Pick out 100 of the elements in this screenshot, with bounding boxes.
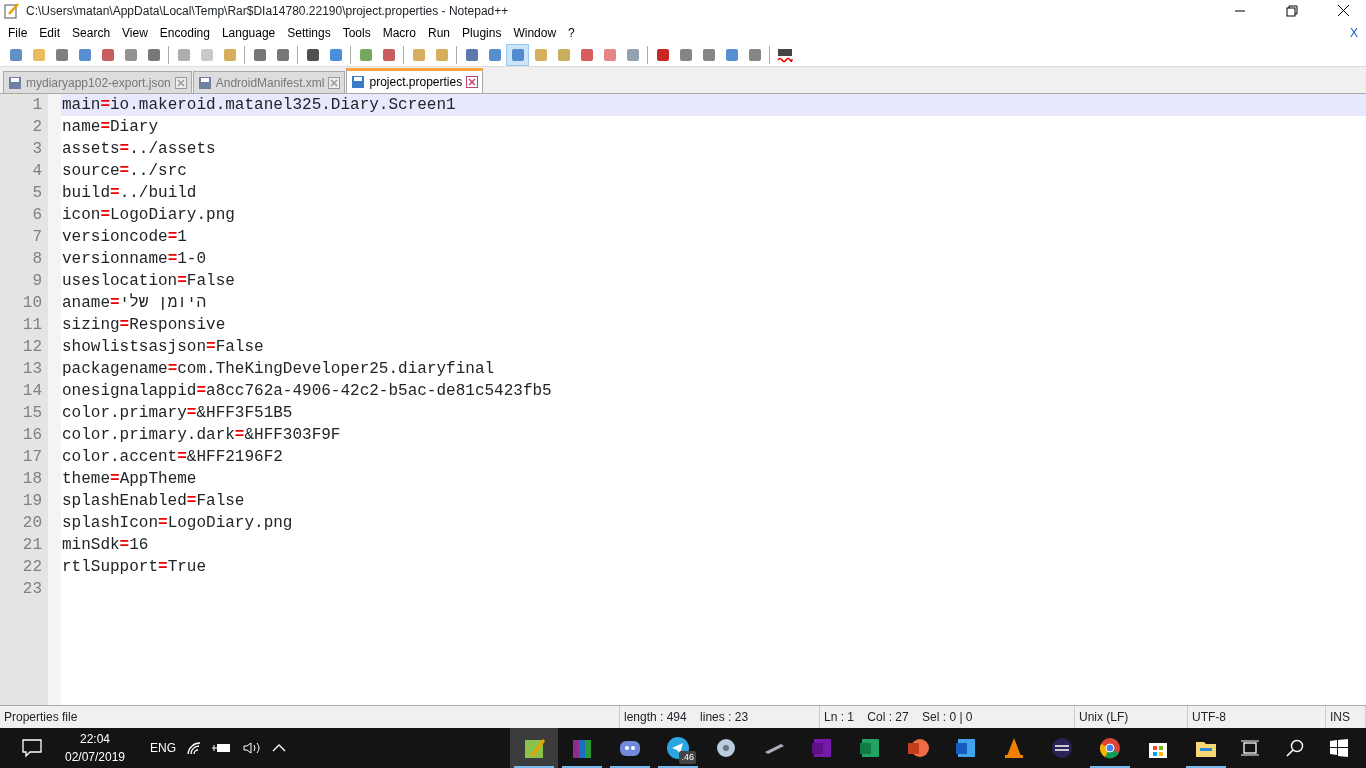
line-number: 14 <box>21 381 42 402</box>
close-icon[interactable] <box>466 76 479 88</box>
tool-icon <box>624 46 641 63</box>
menu-item[interactable]: Encoding <box>153 23 216 42</box>
code-line: color.primary.dark=&HFF303F9F <box>62 426 341 444</box>
close-document-button[interactable]: X <box>1344 23 1366 42</box>
menu-item[interactable]: Search <box>66 23 117 42</box>
tool-icon <box>486 46 503 63</box>
tool-icon <box>654 46 671 63</box>
menu-item[interactable]: Macro <box>376 23 422 42</box>
code-line: source=../src <box>62 162 187 180</box>
search-icon[interactable] <box>1286 739 1304 757</box>
menu-item[interactable]: ? <box>562 23 581 42</box>
code-line: packagename=com.TheKingDeveloper25.diaryfinal <box>62 360 495 378</box>
line-number: 5 <box>31 183 42 204</box>
line-number: 23 <box>21 579 42 600</box>
line-number: 6 <box>31 205 42 226</box>
menu-item[interactable]: Tools <box>336 23 377 42</box>
line-number: 4 <box>31 161 42 182</box>
line-number: 3 <box>31 139 42 160</box>
file-tab[interactable]: project.properties <box>346 68 484 93</box>
menu-item[interactable]: Settings <box>281 23 337 42</box>
tool-icon <box>30 46 47 63</box>
traffic-cone-icon <box>1002 736 1026 760</box>
tool-icon <box>555 46 572 63</box>
tool-icon <box>198 46 215 63</box>
floppy-icon <box>197 75 212 90</box>
tool-icon <box>746 46 763 63</box>
floppy-icon <box>8 75 22 90</box>
menu-item[interactable]: Language <box>215 23 282 42</box>
menu-item[interactable]: Edit <box>33 23 67 42</box>
tool-icon <box>7 46 24 63</box>
tool-icon <box>53 46 70 63</box>
code-line: showlistsasjson=False <box>62 338 264 356</box>
wifi-icon[interactable] <box>186 741 202 755</box>
line-number: 2 <box>31 117 42 138</box>
tool-icon <box>76 46 93 63</box>
floppy-icon <box>351 75 366 89</box>
close-icon[interactable] <box>174 76 187 89</box>
line-number: 9 <box>31 271 42 292</box>
tool-icon <box>601 46 618 63</box>
start-icon[interactable] <box>1330 739 1348 757</box>
code-line: main=io.makeroid.matanel325.Diary.Screen1 <box>62 96 456 114</box>
code-line: minSdk=16 <box>62 536 149 554</box>
code-line: versioncode=1 <box>62 228 187 246</box>
notebook-icon <box>810 736 834 760</box>
code-line: assets=../assets <box>62 140 216 158</box>
line-number: 7 <box>31 227 42 248</box>
code-line: splashEnabled=False <box>62 492 245 510</box>
line-number: 8 <box>31 249 42 270</box>
taskbar-app[interactable]: .46 <box>654 728 702 768</box>
tool-icon <box>509 46 526 63</box>
clock-time: 22:04 <box>79 731 111 748</box>
close-icon[interactable] <box>328 76 341 89</box>
clock-date: 02/07/2019 <box>63 749 127 766</box>
line-number: 21 <box>21 535 42 556</box>
tool-icon <box>380 46 397 63</box>
line-number: 12 <box>21 337 42 358</box>
disc-icon <box>714 736 738 760</box>
tool-icon <box>410 46 427 63</box>
battery-icon[interactable] <box>212 742 232 754</box>
window-title: C:\Users\matan\AppData\Local\Temp\Rar$DIa14780.22190\project.properties - Notepad++ <box>26 3 510 20</box>
line-number: 22 <box>21 557 42 578</box>
code-line: name=Diary <box>62 118 159 136</box>
browser-icon <box>1098 736 1122 760</box>
tool-icon <box>251 46 268 63</box>
code-line: versionname=1-0 <box>62 250 207 268</box>
tool-icon <box>532 46 549 63</box>
menu-item[interactable]: Plugins <box>456 23 508 42</box>
badge-count: .46 <box>679 750 696 764</box>
task-view-icon[interactable] <box>1240 739 1260 757</box>
notification-icon[interactable] <box>20 737 44 759</box>
tab-label: project.properties <box>369 74 463 91</box>
tool-icon <box>700 46 717 63</box>
code-line: icon=LogoDiary.png <box>62 206 235 224</box>
line-number: 13 <box>21 359 42 380</box>
tool-icon <box>463 46 480 63</box>
notepad-icon <box>4 3 20 19</box>
tool-icon <box>578 46 595 63</box>
chevron-up-icon[interactable] <box>272 743 286 753</box>
line-number: 1 <box>31 95 42 116</box>
line-number: 11 <box>21 315 42 336</box>
tab-label: mydiaryapp102-export.json <box>26 74 171 92</box>
code-line: color.accent=&HFF2196F2 <box>62 448 283 466</box>
document-icon <box>954 736 978 760</box>
menu-item[interactable]: File <box>2 23 34 42</box>
line-number: 18 <box>21 469 42 490</box>
presentation-icon <box>906 736 930 760</box>
code-line: rtlSupport=True <box>62 558 207 576</box>
tab-label: AndroidManifest.xml <box>215 74 325 92</box>
menu-item[interactable]: Run <box>422 23 457 42</box>
line-number: 15 <box>21 403 42 424</box>
clock[interactable]: 22:04 02/07/2019 <box>50 730 140 766</box>
menu-item[interactable]: View <box>116 23 154 42</box>
language-indicator[interactable]: ENG <box>150 739 176 757</box>
code-line: sizing=Responsive <box>62 316 226 334</box>
menu-item[interactable]: Window <box>507 23 563 42</box>
speaker-icon[interactable] <box>242 741 262 755</box>
spreadsheet-icon <box>858 736 882 760</box>
tool-icon <box>677 46 694 63</box>
